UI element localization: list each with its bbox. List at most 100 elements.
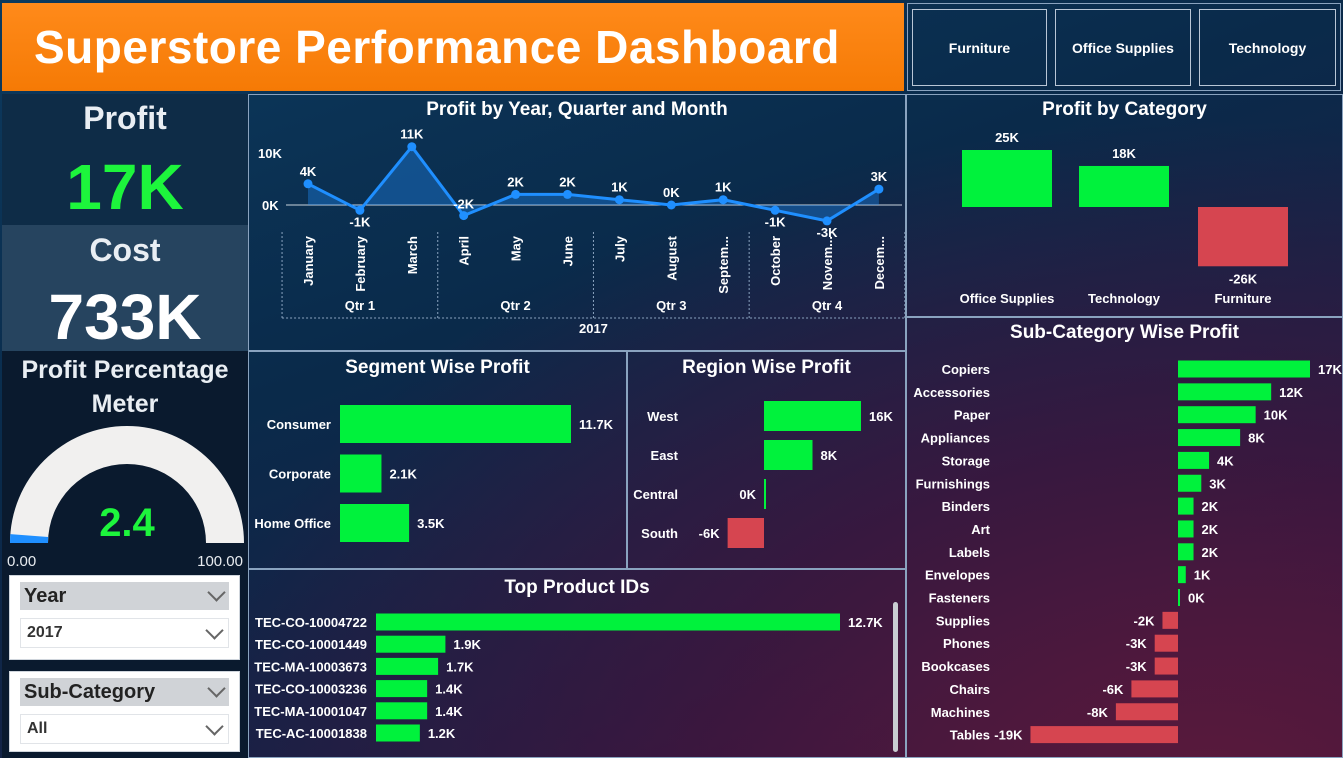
data-label: 0K <box>739 487 756 502</box>
data-label: -3K <box>1126 659 1148 674</box>
line-area <box>308 146 879 221</box>
data-label: 4K <box>300 164 317 179</box>
subcategory-label: Fasteners <box>929 591 990 606</box>
month-label: March <box>405 236 420 274</box>
subcategory-label: Envelopes <box>925 568 990 583</box>
month-label: Septem... <box>716 236 731 294</box>
month-label: January <box>301 235 316 286</box>
gauge-title-line2: Meter <box>91 390 159 418</box>
subcategory-label: Bookcases <box>921 659 990 674</box>
category-button-office-supplies[interactable]: Office Supplies <box>1055 9 1191 86</box>
subcategory-label: Copiers <box>942 362 990 377</box>
category-bar <box>1079 165 1169 207</box>
data-label: -6K <box>1102 682 1124 697</box>
cost-value: 733K <box>48 281 202 353</box>
quarter-label: Qtr 2 <box>500 298 530 313</box>
subcategory-bar <box>1178 429 1241 447</box>
product-label: TEC-CO-10004722 <box>255 615 367 630</box>
region-label: West <box>647 409 678 424</box>
subcategory-bar <box>1131 680 1178 698</box>
data-label: 12K <box>1279 385 1303 400</box>
y-tick-label: 10K <box>258 146 282 161</box>
y-tick-label: 0K <box>262 198 279 213</box>
data-label: 4K <box>1217 453 1234 468</box>
subcategory-bar <box>1030 726 1178 744</box>
data-label: -2K <box>1134 613 1156 628</box>
category-button-furniture[interactable]: Furniture <box>912 9 1047 86</box>
gauge-min-label: 0.00 <box>7 553 36 570</box>
data-label: 10K <box>1264 408 1288 423</box>
data-label: -26K <box>1229 271 1258 286</box>
region-label: South <box>641 526 678 541</box>
subcategory-bar <box>1178 451 1210 469</box>
data-label: 1.9K <box>453 637 481 652</box>
subcategory-bar <box>1178 520 1194 538</box>
subcategory-filter-value[interactable]: All <box>20 714 229 744</box>
gauge-meter: 2.4 0.00 100.00 <box>7 426 244 570</box>
subcategory-label: Art <box>971 522 990 537</box>
subcategory-label: Machines <box>931 705 990 720</box>
data-label: 1.7K <box>446 659 474 674</box>
subcategory-bar <box>1154 657 1178 675</box>
data-label: 8K <box>1248 431 1265 446</box>
profit-value: 17K <box>66 151 184 223</box>
data-label: 3K <box>1209 476 1226 491</box>
product-bar <box>376 613 840 631</box>
cost-label: Cost <box>89 232 161 268</box>
data-label: 2K <box>507 174 524 189</box>
gauge-title-line1: Profit Percentage <box>21 356 229 384</box>
line-point <box>511 189 521 199</box>
profit-by-month-chart: 10K0K4K-1K11K-2K2K 2K 1K 0K 1K-1K-3K3KJanuar… <box>258 127 906 336</box>
subcategory-label: Appliances <box>921 431 990 446</box>
product-bar <box>376 635 446 653</box>
year-filter-value[interactable]: 2017 <box>20 618 229 648</box>
data-label: 0K <box>1188 591 1205 606</box>
subcategory-label: Chairs <box>950 682 990 697</box>
segment-profit-chart: 11.7K Consumer 2.1K Corporate 3.5K Home Offic… <box>254 405 614 542</box>
subcategory-bar <box>1162 611 1178 629</box>
data-label: 17K <box>1318 362 1342 377</box>
line-point <box>563 189 572 199</box>
product-label: TEC-CO-10001449 <box>255 637 367 652</box>
month-label: July <box>612 235 627 262</box>
data-label: 1K <box>611 180 628 195</box>
subcategory-bar <box>1178 497 1194 515</box>
data-label: 2K <box>1202 522 1219 537</box>
subcategory-bar <box>1178 383 1272 401</box>
category-label: Technology <box>1088 291 1161 306</box>
data-label: 18K <box>1112 146 1136 161</box>
segment-label: Home Office <box>254 516 331 531</box>
month-label: June <box>561 236 576 266</box>
month-label: April <box>457 236 472 266</box>
line-point <box>459 211 469 221</box>
subcategory-bar <box>1178 474 1202 492</box>
subcategory-label: Furnishings <box>916 476 990 491</box>
product-bar <box>376 724 420 742</box>
region-label: East <box>651 448 679 463</box>
profit-by-category-chart: 25K Office Supplies 18K Technology -26K Furni… <box>960 130 1288 306</box>
line-point <box>407 142 417 152</box>
product-bar <box>376 657 439 675</box>
year-filter: Year 2017 <box>9 575 240 660</box>
data-label: 1.4K <box>435 682 463 697</box>
data-label: 16K <box>869 409 893 424</box>
data-label: 2K <box>559 174 576 189</box>
data-label: 25K <box>995 130 1019 145</box>
data-label: -19K <box>994 728 1023 743</box>
data-label: 2K <box>1202 499 1219 514</box>
region-bar <box>727 518 764 548</box>
subcategory-bar <box>1178 589 1180 606</box>
line-point <box>614 195 624 205</box>
product-label: TEC-MA-10001047 <box>254 704 367 719</box>
top-products-scrollbar[interactable] <box>893 602 898 752</box>
dashboard-title: Superstore Performance Dashboard <box>2 3 904 91</box>
line-point <box>666 200 676 210</box>
data-label: -1K <box>765 214 787 229</box>
subcategory-label: Accessories <box>913 385 990 400</box>
data-label: 2K <box>1202 545 1219 560</box>
region-bar <box>764 479 766 509</box>
line-point <box>303 179 313 189</box>
subcategory-label: Phones <box>943 636 990 651</box>
category-button-technology[interactable]: Technology <box>1199 9 1336 86</box>
data-label: 1K <box>715 180 732 195</box>
